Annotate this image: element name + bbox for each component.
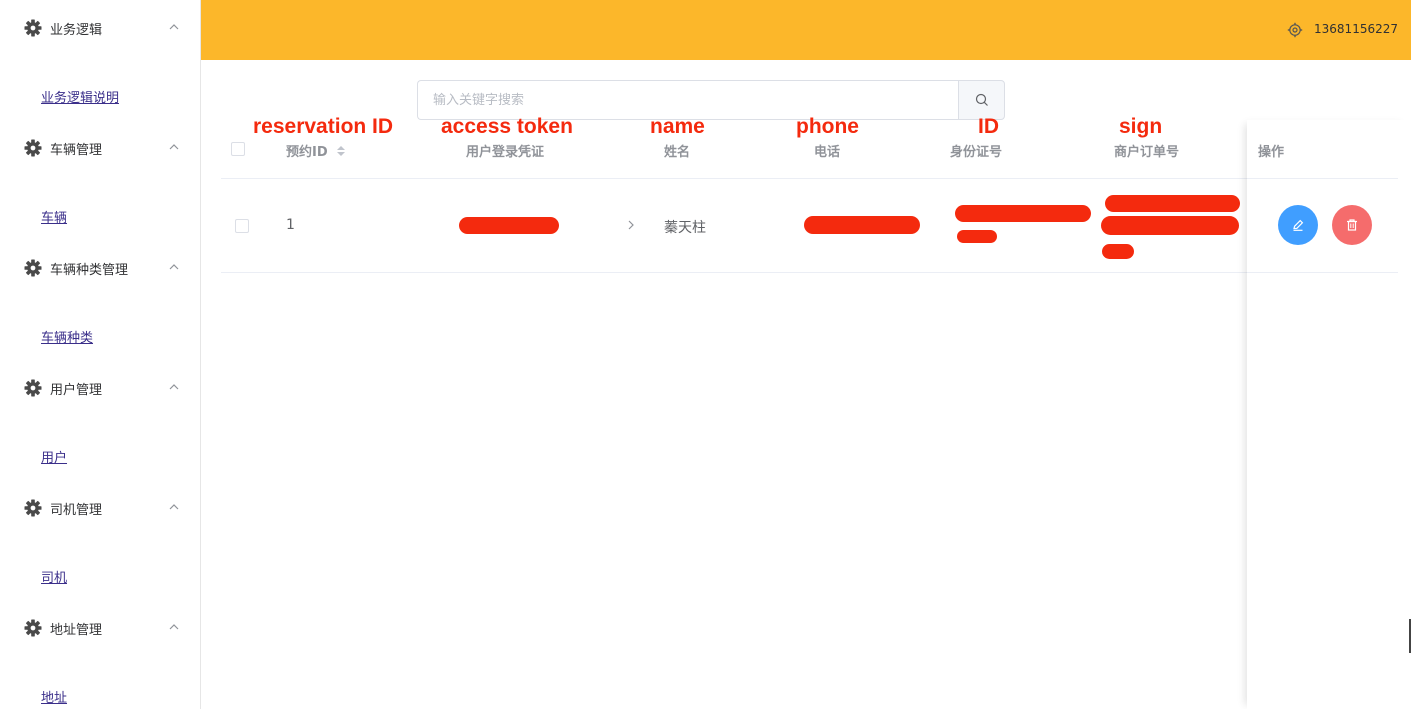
table-header-divider xyxy=(221,178,1398,179)
reservation-id-cell: 1 xyxy=(286,217,295,233)
chevron-up-icon xyxy=(169,144,179,150)
redaction-mark xyxy=(1102,244,1134,259)
menu-group: 用户管理用户 xyxy=(0,360,200,480)
operations-column: 操作 xyxy=(1247,120,1411,709)
ops-header-divider xyxy=(1247,178,1398,179)
username[interactable]: 13681156227 xyxy=(1314,22,1398,36)
chevron-up-icon xyxy=(169,384,179,390)
redaction-mark xyxy=(1105,195,1240,212)
search-icon xyxy=(975,93,988,106)
menu-title: 地址管理 xyxy=(50,622,103,638)
annotation-sign: sign xyxy=(1119,115,1163,138)
menu-link[interactable]: 业务逻辑说明 xyxy=(41,87,119,106)
menu-title: 业务逻辑 xyxy=(50,22,103,38)
menu-header[interactable]: 业务逻辑 xyxy=(0,0,200,56)
chevron-up-icon xyxy=(169,24,179,30)
menu-header[interactable]: 用户管理 xyxy=(0,360,200,416)
column-header-ops: 操作 xyxy=(1258,145,1285,160)
expand-chevron-icon[interactable] xyxy=(626,219,636,231)
annotation-access-token: access token xyxy=(441,115,573,138)
redaction-mark xyxy=(1101,216,1239,235)
menu-group: 地址管理地址 xyxy=(0,600,200,709)
column-header-id-card: 身份证号 xyxy=(950,145,1003,160)
gear-icon xyxy=(24,379,42,397)
redaction-mark xyxy=(957,230,997,243)
menu-title: 用户管理 xyxy=(50,382,103,398)
menu-group: 车辆管理车辆 xyxy=(0,120,200,240)
menu-link[interactable]: 车辆 xyxy=(41,207,67,226)
column-header-token: 用户登录凭证 xyxy=(466,145,545,160)
name-cell: 蓁天柱 xyxy=(664,220,706,236)
menu-link[interactable]: 车辆种类 xyxy=(41,327,93,346)
menu-title: 车辆种类管理 xyxy=(50,262,129,278)
menu-header[interactable]: 地址管理 xyxy=(0,600,200,656)
menu-link[interactable]: 司机 xyxy=(41,567,67,586)
annotation-phone: phone xyxy=(796,115,859,138)
menu-group: 车辆种类管理车辆种类 xyxy=(0,240,200,360)
menu-header[interactable]: 车辆种类管理 xyxy=(0,240,200,296)
menu-link[interactable]: 用户 xyxy=(41,447,67,466)
menu-link[interactable]: 地址 xyxy=(41,687,67,706)
annotation-name: name xyxy=(650,115,705,138)
search-button[interactable] xyxy=(958,80,1005,120)
search-input[interactable] xyxy=(417,80,958,120)
column-header-order-no: 商户订单号 xyxy=(1114,145,1180,160)
ops-row-divider xyxy=(1247,272,1398,273)
menu-title: 车辆管理 xyxy=(50,142,103,158)
gear-icon xyxy=(24,499,42,517)
gear-icon xyxy=(24,259,42,277)
column-header-phone: 电话 xyxy=(814,145,841,160)
menu-group: 司机管理司机 xyxy=(0,480,200,600)
menu-header[interactable]: 车辆管理 xyxy=(0,120,200,176)
delete-button[interactable] xyxy=(1332,205,1372,245)
chevron-up-icon xyxy=(169,624,179,630)
gear-icon xyxy=(24,619,42,637)
top-header: 13681156227 xyxy=(201,0,1411,60)
redaction-mark xyxy=(955,205,1091,222)
sidebar: 业务逻辑业务逻辑说明车辆管理车辆车辆种类管理车辆种类用户管理用户司机管理司机地址… xyxy=(0,0,201,709)
column-header-name: 姓名 xyxy=(664,145,691,160)
select-all-checkbox[interactable] xyxy=(231,142,245,156)
search-bar xyxy=(417,80,1005,120)
settings-icon[interactable] xyxy=(1287,22,1303,38)
annotation-reservation-id: reservation ID xyxy=(253,115,394,138)
column-header-label: 预约ID xyxy=(286,145,328,160)
edit-icon xyxy=(1293,219,1304,231)
menu-header[interactable]: 司机管理 xyxy=(0,480,200,536)
redaction-mark xyxy=(459,217,559,234)
gear-icon xyxy=(24,19,42,37)
chevron-up-icon xyxy=(169,504,179,510)
menu-group: 业务逻辑业务逻辑说明 xyxy=(0,0,200,120)
table-row-divider xyxy=(221,272,1398,273)
menu-title: 司机管理 xyxy=(50,502,103,518)
sort-icon[interactable] xyxy=(336,145,346,157)
edit-button[interactable] xyxy=(1278,205,1318,245)
column-header-reservation-id[interactable]: 预约ID xyxy=(286,141,346,160)
redaction-mark xyxy=(804,216,920,234)
gear-icon xyxy=(24,139,42,157)
trash-icon xyxy=(1347,219,1357,231)
annotation-id: ID xyxy=(978,115,999,138)
chevron-up-icon xyxy=(169,264,179,270)
row-checkbox[interactable] xyxy=(235,219,249,233)
